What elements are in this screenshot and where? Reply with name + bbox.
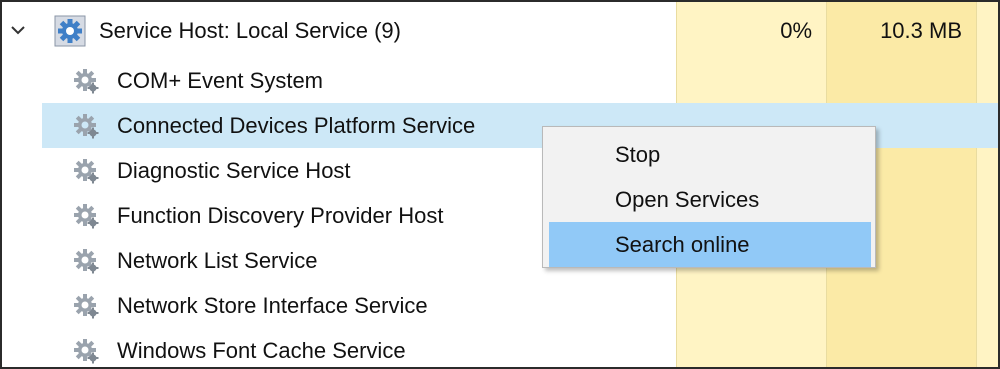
service-label: Function Discovery Provider Host — [117, 203, 444, 228]
service-row[interactable]: COM+ Event System — [2, 58, 998, 103]
process-group-row[interactable]: Service Host: Local Service (9) 0% 10.3 … — [2, 8, 998, 53]
context-menu: Stop Open Services Search online — [542, 126, 876, 268]
process-group-label: Service Host: Local Service (9) — [99, 18, 401, 43]
menu-item-open-services[interactable]: Open Services — [549, 177, 871, 222]
gear-icon — [74, 294, 99, 319]
task-manager-process-list: Service Host: Local Service (9) 0% 10.3 … — [0, 0, 1000, 369]
gear-icon — [74, 249, 99, 274]
gear-icon — [74, 339, 99, 364]
service-label: Windows Font Cache Service — [117, 338, 406, 363]
service-label: Network Store Interface Service — [117, 293, 428, 318]
memory-value: 10.3 MB — [880, 18, 962, 43]
gear-icon — [74, 69, 99, 94]
service-label: Connected Devices Platform Service — [117, 113, 476, 138]
cpu-value: 0% — [780, 18, 812, 43]
chevron-down-icon[interactable] — [10, 24, 26, 36]
service-host-icon — [54, 15, 86, 47]
service-label: Network List Service — [117, 248, 318, 273]
service-label: COM+ Event System — [117, 68, 324, 93]
gear-icon — [74, 204, 99, 229]
gear-icon — [74, 114, 99, 139]
gear-icon — [74, 159, 99, 184]
menu-item-stop[interactable]: Stop — [549, 132, 871, 177]
menu-item-search-online[interactable]: Search online — [549, 222, 871, 267]
service-row[interactable]: Windows Font Cache Service — [2, 328, 998, 367]
service-label: Diagnostic Service Host — [117, 158, 351, 183]
service-row[interactable]: Network Store Interface Service — [2, 283, 998, 328]
